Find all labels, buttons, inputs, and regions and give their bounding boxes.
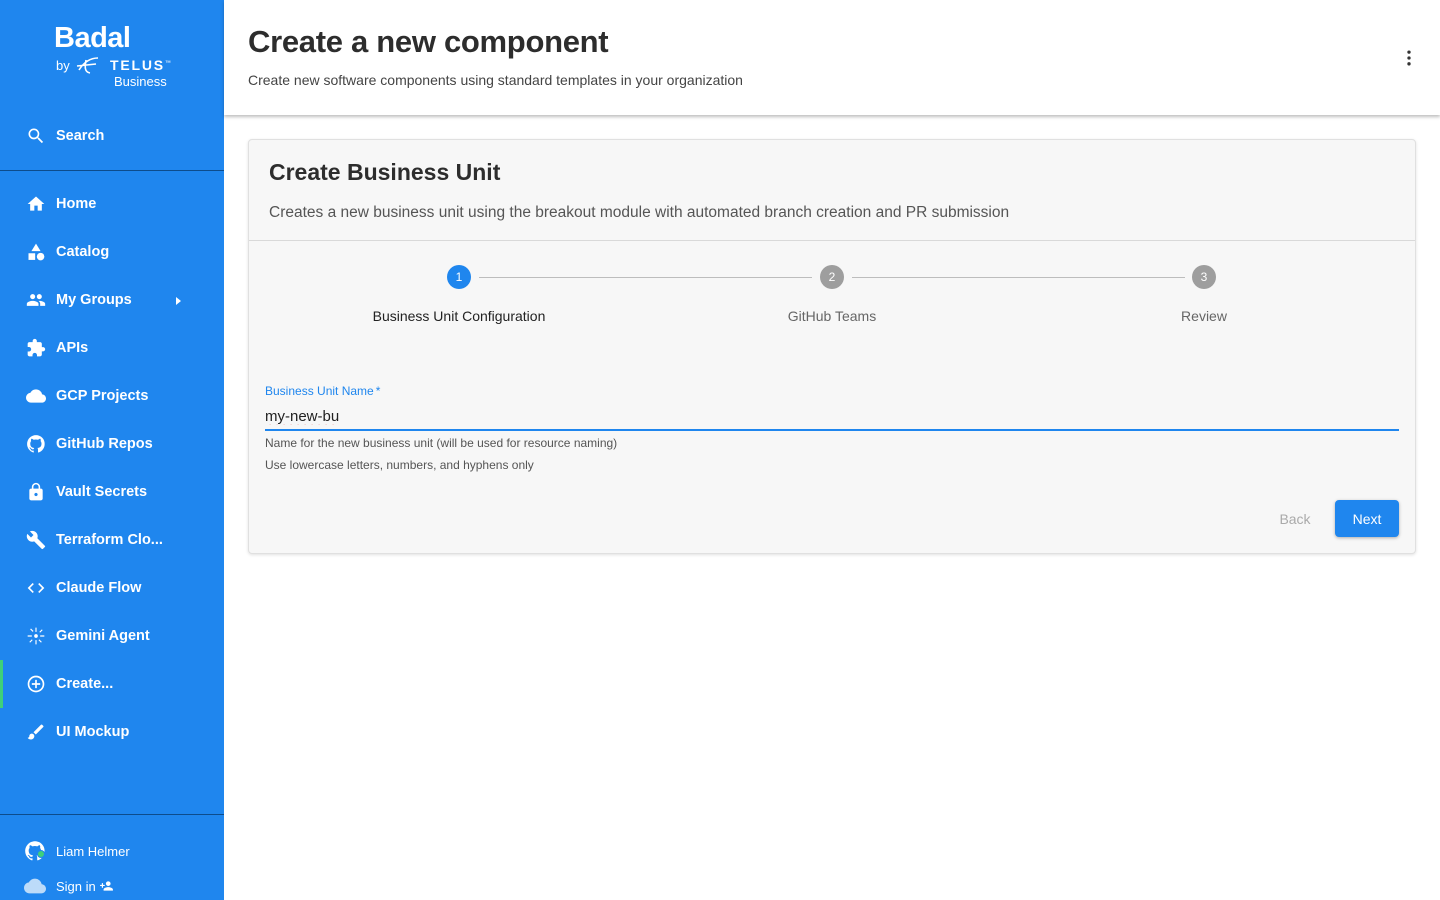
- sidebar-item-gemini-agent[interactable]: Gemini Agent: [0, 612, 224, 660]
- sidebar-item-label: Home: [56, 196, 97, 212]
- business-unit-name-label: Business Unit Name *: [265, 384, 381, 398]
- card-subtitle: Creates a new business unit using the br…: [269, 204, 1010, 221]
- sidebar-divider: [0, 814, 224, 815]
- business-unit-name-input[interactable]: [265, 404, 1399, 431]
- sidebar-item-terraform-cloud[interactable]: Terraform Clo...: [0, 516, 224, 564]
- card-title: Create Business Unit: [269, 159, 501, 185]
- person-add-icon: [99, 879, 114, 893]
- home-icon: [25, 193, 47, 215]
- step-2-label: GitHub Teams: [787, 308, 877, 324]
- sidebar-divider: [0, 170, 224, 171]
- template-form-card: Create Business Unit Creates a new busin…: [248, 139, 1416, 554]
- sidebar-search-label: Search: [56, 128, 105, 144]
- helper-text-format: Use lowercase letters, numbers, and hyph…: [265, 458, 534, 472]
- more-vert-icon: [1407, 50, 1411, 66]
- more-options-button[interactable]: [1398, 46, 1420, 70]
- sidebar-item-label: Gemini Agent: [56, 628, 150, 644]
- sidebar-item-label: UI Mockup: [56, 724, 130, 740]
- brand-by: by: [56, 58, 70, 73]
- sidebar-item-label: Terraform Clo...: [56, 532, 163, 548]
- sidebar-item-claude-flow[interactable]: Claude Flow: [0, 564, 224, 612]
- wrench-icon: [25, 529, 47, 551]
- sign-in-label: Sign in: [56, 878, 96, 894]
- lock-icon: [25, 481, 47, 503]
- cloud-icon: [24, 875, 46, 897]
- sidebar-item-gcp-projects[interactable]: GCP Projects: [0, 372, 224, 420]
- github-icon: [25, 433, 47, 455]
- brand-telus: TELUS™: [110, 57, 171, 73]
- brand-business: Business: [114, 74, 167, 89]
- step-1-label: Business Unit Configuration: [372, 308, 546, 324]
- card-divider: [249, 240, 1415, 241]
- back-button[interactable]: Back: [1265, 500, 1325, 537]
- sidebar-item-home[interactable]: Home: [0, 180, 224, 228]
- sidebar-item-label: APIs: [56, 340, 89, 356]
- step-3-label: Review: [1181, 308, 1227, 324]
- brand-logo[interactable]: Badal by TELUS™ Business: [54, 22, 174, 92]
- page-header: Create a new component Create new softwa…: [224, 0, 1440, 115]
- sidebar-item-label: Claude Flow: [56, 580, 142, 596]
- sidebar-item-vault-secrets[interactable]: Vault Secrets: [0, 468, 224, 516]
- sidebar-item-create[interactable]: Create...: [0, 660, 224, 708]
- cloud-icon: [25, 385, 47, 407]
- sidebar-item-github-repos[interactable]: GitHub Repos: [0, 420, 224, 468]
- page-title: Create a new component: [248, 24, 609, 59]
- brush-icon: [25, 721, 47, 743]
- sidebar-item-label: My Groups: [56, 292, 132, 308]
- sidebar-item-ui-mockup[interactable]: UI Mockup: [0, 708, 224, 756]
- step-3-indicator: 3: [1192, 265, 1216, 289]
- user-name: Liam Helmer: [56, 843, 130, 859]
- telus-mark-icon: [76, 57, 99, 74]
- extension-icon: [25, 337, 47, 359]
- sidebar-item-label: GCP Projects: [56, 388, 149, 404]
- user-profile[interactable]: Liam Helmer: [0, 837, 224, 865]
- sidebar-item-label: Vault Secrets: [56, 484, 148, 500]
- sidebar-item-label: Catalog: [56, 244, 110, 260]
- sidebar-search[interactable]: Search: [0, 112, 224, 160]
- page-subtitle: Create new software components using sta…: [248, 72, 743, 88]
- people-icon: [25, 289, 47, 311]
- step-1-indicator: 1: [447, 265, 471, 289]
- stepper-connector: [479, 277, 812, 278]
- sidebar-item-label: Create...: [56, 676, 114, 692]
- sidebar-item-apis[interactable]: APIs: [0, 324, 224, 372]
- sidebar-item-my-groups[interactable]: My Groups: [0, 276, 224, 324]
- category-icon: [25, 241, 47, 263]
- sidebar-item-label: GitHub Repos: [56, 436, 153, 452]
- sidebar-item-catalog[interactable]: Catalog: [0, 228, 224, 276]
- next-button[interactable]: Next: [1335, 500, 1399, 537]
- sparkle-icon: [25, 625, 47, 647]
- search-icon: [25, 125, 47, 147]
- online-status-indicator: [37, 850, 45, 858]
- helper-text-naming: Name for the new business unit (will be …: [265, 436, 618, 450]
- chevron-right-icon[interactable]: [172, 294, 184, 306]
- step-2-indicator: 2: [820, 265, 844, 289]
- stepper-connector: [852, 277, 1185, 278]
- brand-title: Badal: [54, 22, 131, 54]
- sign-in-row[interactable]: Sign in: [0, 872, 224, 900]
- add-circle-icon: [25, 673, 47, 695]
- code-icon: [25, 577, 47, 599]
- sidebar: Badal by TELUS™ Business Search Home Cat…: [0, 0, 224, 900]
